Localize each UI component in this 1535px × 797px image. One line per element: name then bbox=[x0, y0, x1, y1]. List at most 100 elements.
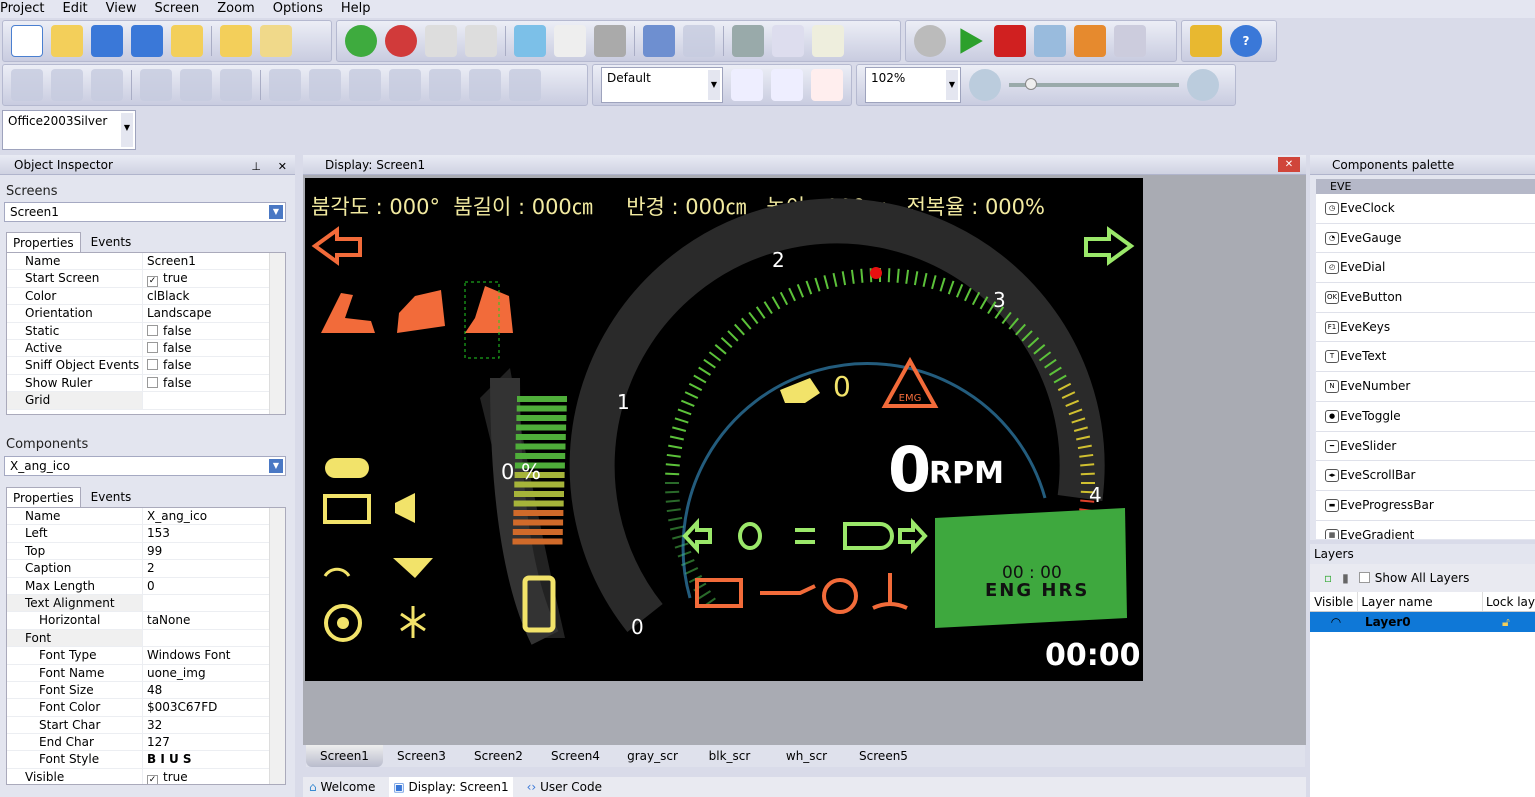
checkbox[interactable]: ✓ bbox=[147, 276, 158, 288]
tab-user-code[interactable]: ‹› User Code bbox=[527, 777, 602, 797]
run-icon[interactable] bbox=[960, 28, 983, 54]
property-row[interactable]: Sniff Object Events false bbox=[7, 357, 285, 375]
screen-tab[interactable]: Screen5 bbox=[845, 745, 922, 767]
component-select[interactable]: X_ang_ico ▼ bbox=[4, 456, 286, 476]
chevron-down-icon[interactable]: ▼ bbox=[269, 459, 283, 473]
property-row[interactable]: Show Ruler false bbox=[7, 374, 285, 393]
property-value[interactable] bbox=[143, 630, 285, 646]
show-all-layers-checkbox[interactable]: Show All Layers bbox=[1358, 571, 1469, 585]
align-right-icon[interactable] bbox=[51, 69, 83, 101]
zoom-in-icon[interactable] bbox=[1187, 69, 1219, 101]
property-value[interactable] bbox=[143, 392, 285, 408]
cut-icon[interactable] bbox=[732, 25, 764, 57]
property-row[interactable]: Font Style B I U S bbox=[7, 751, 285, 769]
align-bottom-icon[interactable] bbox=[180, 69, 212, 101]
screen-tab[interactable]: Screen1 bbox=[306, 745, 383, 767]
screen-select[interactable]: Screen1 ▼ bbox=[4, 202, 286, 222]
palette-group-eve[interactable]: EVE bbox=[1316, 179, 1535, 194]
palette-item[interactable]: ◂▸ EveScrollBar bbox=[1316, 461, 1535, 491]
space-vertical-icon[interactable] bbox=[309, 69, 341, 101]
undo-icon[interactable] bbox=[643, 25, 675, 57]
property-value[interactable]: 48 bbox=[143, 682, 285, 698]
property-value[interactable]: 0 bbox=[143, 578, 285, 594]
distribute-h-icon[interactable] bbox=[389, 69, 421, 101]
save-icon[interactable] bbox=[91, 25, 123, 57]
zoom-select[interactable]: 102% ▼ bbox=[865, 67, 961, 103]
monitor-icon[interactable] bbox=[1034, 25, 1066, 57]
property-value[interactable]: Landscape bbox=[143, 305, 285, 321]
property-value[interactable]: Windows Font bbox=[143, 647, 285, 663]
property-value[interactable]: false bbox=[143, 323, 285, 339]
eye-icon[interactable]: ◠ bbox=[1310, 612, 1362, 632]
property-value[interactable]: $003C67FD bbox=[143, 699, 285, 715]
space-horizontal-icon[interactable] bbox=[269, 69, 301, 101]
property-value[interactable]: uone_img bbox=[143, 665, 285, 681]
redo-icon[interactable] bbox=[683, 25, 715, 57]
checkbox[interactable]: ✓ bbox=[147, 774, 158, 784]
menu-zoom[interactable]: Zoom bbox=[217, 0, 254, 18]
distribute-v-icon[interactable] bbox=[429, 69, 461, 101]
screen-tab[interactable]: Screen3 bbox=[383, 745, 460, 767]
property-row[interactable]: Text Alignment bbox=[7, 594, 285, 613]
align-center-icon[interactable] bbox=[91, 69, 123, 101]
property-value[interactable]: 32 bbox=[143, 717, 285, 733]
palette-item[interactable]: T EveText bbox=[1316, 342, 1535, 373]
property-row[interactable]: Font Size 48 bbox=[7, 681, 285, 700]
property-row[interactable]: Name Screen1 bbox=[7, 253, 285, 271]
project-folder-icon[interactable] bbox=[260, 25, 292, 57]
palette-item[interactable]: F1 EveKeys bbox=[1316, 313, 1535, 343]
property-value[interactable] bbox=[143, 595, 285, 611]
property-row[interactable]: Name X_ang_ico bbox=[7, 508, 285, 526]
pin-icon[interactable]: ⊥ bbox=[251, 157, 261, 177]
add-layer-icon[interactable]: ▫ bbox=[1324, 571, 1332, 585]
print-icon[interactable] bbox=[594, 25, 626, 57]
copy-icon[interactable] bbox=[772, 25, 804, 57]
checkbox[interactable] bbox=[147, 376, 158, 388]
menu-project[interactable]: Project bbox=[0, 0, 44, 18]
property-value[interactable]: ✓ true bbox=[143, 270, 285, 288]
property-value[interactable]: Screen1 bbox=[143, 253, 285, 269]
tools-icon[interactable] bbox=[1074, 25, 1106, 57]
chevron-down-icon[interactable]: ▼ bbox=[946, 70, 958, 100]
preview-icon[interactable] bbox=[554, 25, 586, 57]
center-screen-icon[interactable] bbox=[349, 69, 381, 101]
delete-layer-icon[interactable]: ▮ bbox=[1342, 571, 1349, 585]
settings-window-icon[interactable] bbox=[1114, 25, 1146, 57]
property-value[interactable]: 127 bbox=[143, 734, 285, 750]
screen-tab[interactable]: Screen2 bbox=[460, 745, 537, 767]
scrollbar[interactable] bbox=[269, 253, 285, 414]
theme-select[interactable]: Office2003Silver ▼ bbox=[2, 110, 136, 150]
property-value[interactable]: X_ang_ico bbox=[143, 508, 285, 524]
property-row[interactable]: Max Length 0 bbox=[7, 577, 285, 595]
property-row[interactable]: Visible ✓ true bbox=[7, 768, 285, 784]
close-icon[interactable]: ✕ bbox=[1278, 157, 1300, 172]
screen-tab[interactable]: blk_scr bbox=[691, 745, 768, 767]
property-row[interactable]: Start Char 32 bbox=[7, 716, 285, 735]
align-middle-icon[interactable] bbox=[220, 69, 252, 101]
edit-font-icon[interactable] bbox=[771, 69, 803, 101]
property-row[interactable]: Font bbox=[7, 629, 285, 648]
tab-properties[interactable]: Properties bbox=[6, 232, 81, 252]
property-row[interactable]: Active false bbox=[7, 339, 285, 358]
property-row[interactable]: Orientation Landscape bbox=[7, 305, 285, 323]
property-row[interactable]: Grid bbox=[7, 392, 285, 410]
menu-view[interactable]: View bbox=[106, 0, 137, 18]
palette-item[interactable]: ● EveToggle bbox=[1316, 402, 1535, 432]
screen-canvas[interactable]: 붐각도 : 000° 붐길이 : 000㎝ 반경 : 000㎝ 높이 : 000… bbox=[305, 178, 1143, 681]
chevron-down-icon[interactable]: ▼ bbox=[708, 70, 720, 100]
palette-item[interactable]: ◴ EveDial bbox=[1316, 253, 1535, 284]
palette-item[interactable]: ▦ EveGradient bbox=[1316, 521, 1535, 539]
equal-spacing-icon[interactable] bbox=[469, 69, 501, 101]
palette-item[interactable]: N EveNumber bbox=[1316, 372, 1535, 402]
tab-events[interactable]: Events bbox=[85, 487, 138, 507]
delete-font-icon[interactable] bbox=[811, 69, 843, 101]
property-value[interactable]: taNone bbox=[143, 612, 285, 628]
property-value[interactable]: clBlack bbox=[143, 288, 285, 304]
zoom-slider-thumb[interactable] bbox=[1025, 78, 1037, 90]
zoom-out-icon[interactable] bbox=[969, 69, 1001, 101]
checkbox[interactable] bbox=[147, 359, 158, 371]
tab-welcome[interactable]: ⌂ Welcome bbox=[309, 777, 375, 797]
chevron-down-icon[interactable]: ▼ bbox=[269, 205, 283, 219]
property-row[interactable]: Top 99 bbox=[7, 542, 285, 561]
property-value[interactable]: false bbox=[143, 357, 285, 373]
